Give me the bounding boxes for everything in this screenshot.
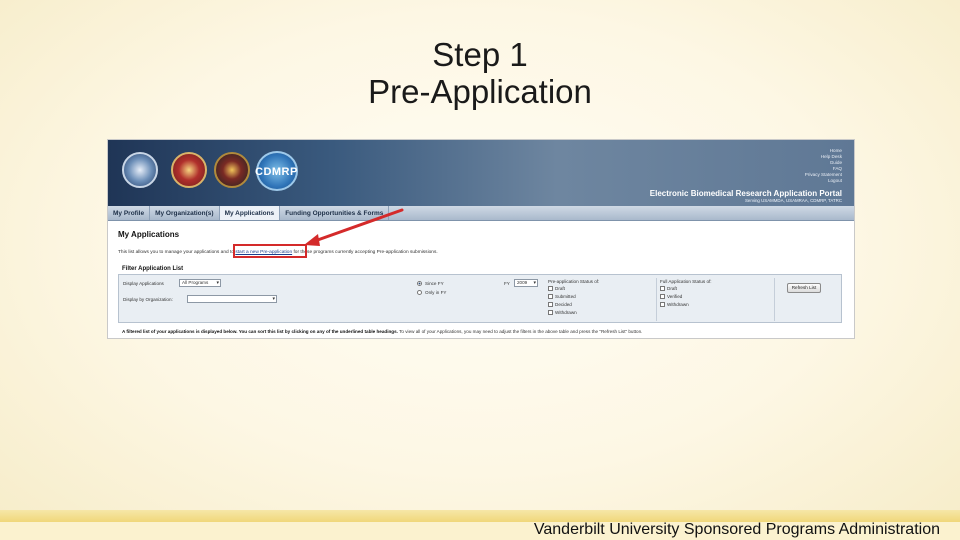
refresh-list-button[interactable]: Refresh List: [787, 283, 821, 293]
portal-banner: CDMRP Home Help Desk Guide FAQ Privacy S…: [108, 140, 854, 206]
filter-panel: Display Applications All Programs Displa…: [118, 274, 842, 323]
full-withdrawn-label: Withdrawn: [667, 302, 689, 307]
only-fy-label: Only in FY: [425, 290, 447, 295]
fy-select[interactable]: 2009: [514, 279, 538, 287]
tab-my-profile[interactable]: My Profile: [108, 206, 151, 220]
pre-decided-checkbox[interactable]: [548, 302, 553, 307]
slide-title: Step 1 Pre-Application: [0, 36, 960, 110]
embedded-screenshot: CDMRP Home Help Desk Guide FAQ Privacy S…: [107, 139, 855, 339]
full-draft-label: Draft: [667, 286, 677, 291]
pre-decided-label: Decided: [555, 302, 572, 307]
link-logout[interactable]: Logout: [805, 178, 842, 184]
full-verified-checkbox[interactable]: [660, 294, 665, 299]
filter-divider: [656, 278, 657, 321]
since-fy-radio[interactable]: [417, 281, 422, 286]
portal-subtitle: Serving USAMMDA, USAMRAA, CDMRP, TATRC: [744, 198, 842, 203]
page-heading: My Applications: [118, 230, 180, 239]
portal-title: Electronic Biomedical Research Applicati…: [649, 189, 842, 198]
display-applications-label: Display Applications: [123, 281, 164, 286]
intro-before: This list allows you to manage your appl…: [118, 250, 236, 255]
pre-submitted-checkbox[interactable]: [548, 294, 553, 299]
pre-status-heading: Pre-application Status of:: [548, 279, 600, 284]
full-draft-checkbox[interactable]: [660, 286, 665, 291]
only-fy-radio[interactable]: [417, 290, 422, 295]
intro-after: for those programs currently accepting P…: [292, 250, 438, 255]
highlight-box: [233, 244, 307, 258]
display-applications-select[interactable]: All Programs: [179, 279, 221, 287]
fy-label: FY: [504, 281, 510, 286]
red-arrow-icon: [304, 208, 404, 246]
slide-title-line1: Step 1: [432, 36, 528, 73]
pre-submitted-label: Submitted: [555, 294, 576, 299]
slide-title-line2: Pre-Application: [368, 73, 592, 110]
display-by-org-label: Display by Organization:: [123, 297, 173, 302]
display-by-org-select[interactable]: [187, 295, 277, 303]
filter-divider: [774, 278, 775, 321]
pre-draft-label: Draft: [555, 286, 565, 291]
pre-withdrawn-checkbox[interactable]: [548, 310, 553, 315]
full-withdrawn-checkbox[interactable]: [660, 302, 665, 307]
pre-draft-checkbox[interactable]: [548, 286, 553, 291]
main-nav: My Profile My Organization(s) My Applica…: [108, 206, 854, 221]
filtered-list-note: A filtered list of your applications is …: [122, 329, 642, 334]
full-status-heading: Full Application Status of:: [660, 279, 712, 284]
filter-heading: Filter Application List: [122, 266, 184, 272]
tab-my-applications[interactable]: My Applications: [219, 206, 281, 220]
note-bold: A filtered list of your applications is …: [122, 329, 398, 334]
top-links: Home Help Desk Guide FAQ Privacy Stateme…: [805, 148, 842, 184]
tab-my-organizations[interactable]: My Organization(s): [150, 206, 220, 220]
mrmc-seal-icon: [214, 152, 250, 188]
cdmrp-logo-text: CDMRP: [255, 166, 298, 178]
footer-text: Vanderbilt University Sponsored Programs…: [533, 521, 940, 538]
pre-withdrawn-label: Withdrawn: [555, 310, 577, 315]
army-medical-seal-icon: [171, 152, 207, 188]
full-verified-label: Verified: [667, 294, 683, 299]
note-rest: To view all of your Applications, you ma…: [397, 329, 643, 334]
dod-seal-icon: [122, 152, 158, 188]
since-fy-label: Since FY: [425, 281, 444, 286]
